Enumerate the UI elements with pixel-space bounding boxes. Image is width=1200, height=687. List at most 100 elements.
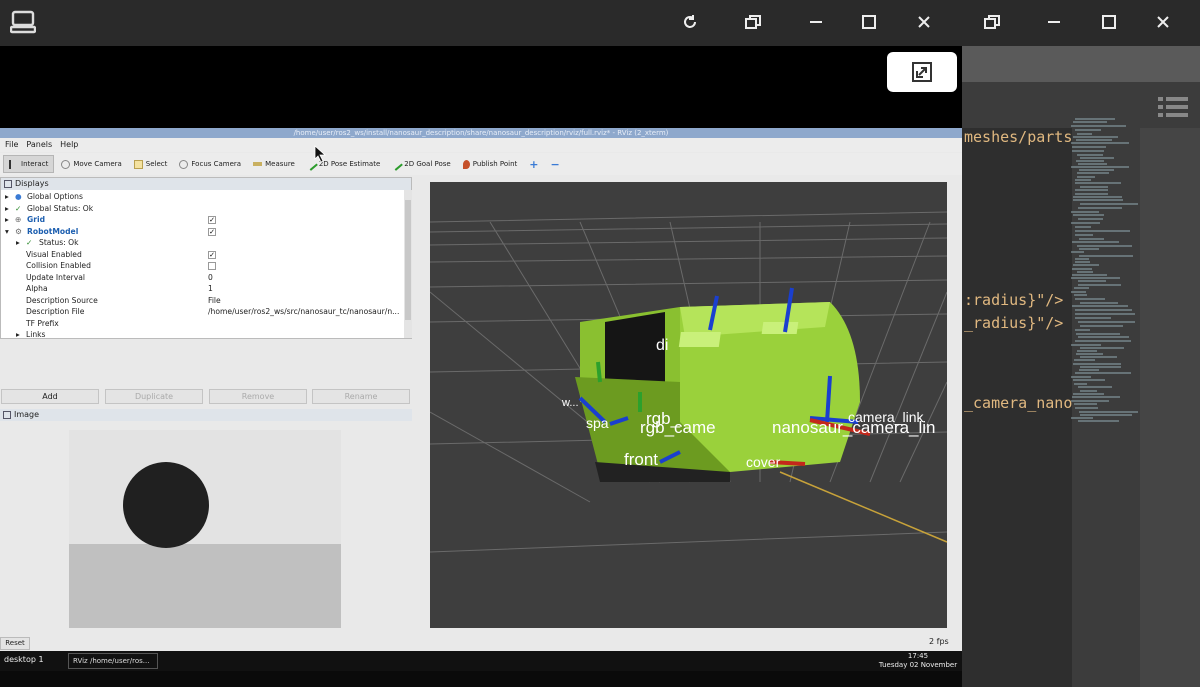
minimap-line [1077, 154, 1103, 156]
popout-button[interactable] [887, 52, 957, 92]
tool-focus-camera[interactable]: Focus Camera [174, 155, 246, 173]
enable-checkbox[interactable]: ✓ [208, 227, 216, 236]
remove-tool-button[interactable]: − [546, 155, 565, 173]
expand-arrow-icon[interactable]: ▸ [16, 329, 20, 341]
display-row[interactable]: ▸ ● Global Options [1, 191, 405, 203]
close-icon[interactable] [908, 8, 940, 36]
close-icon[interactable] [1147, 8, 1179, 36]
minimap-line [1075, 317, 1111, 319]
minimize-icon[interactable] [800, 8, 832, 36]
minimap-line [1075, 118, 1115, 120]
expand-arrow-icon[interactable]: ▸ [5, 191, 9, 203]
taskbar-rviz-item[interactable]: RViz /home/user/ros... [68, 653, 158, 669]
minimap-line [1080, 325, 1123, 327]
minimap-line [1078, 207, 1122, 209]
minimize-icon[interactable] [1038, 8, 1070, 36]
property-row[interactable]: TF Prefix [1, 318, 405, 330]
expand-arrow-icon[interactable]: ▸ [5, 203, 9, 215]
rename-button[interactable]: Rename [312, 389, 410, 404]
minimap-line [1080, 186, 1108, 188]
computer-icon[interactable] [10, 10, 36, 34]
menu-bar: File Panels Help [0, 138, 962, 152]
display-row[interactable]: ▸ ✓ Status: Ok [1, 237, 405, 249]
popout-icon [912, 62, 932, 82]
editor-panel: meshes/parts/ :radius}"/> _radius}"/> _c… [962, 46, 1200, 687]
property-checkbox[interactable]: ✓ [208, 250, 216, 259]
tool-measure[interactable]: Measure [248, 155, 300, 173]
property-row[interactable]: Description Source File [1, 295, 405, 307]
restore-icon[interactable] [737, 8, 769, 36]
property-row[interactable]: Collision Enabled [1, 260, 405, 272]
property-row[interactable]: Update Interval 0 [1, 272, 405, 284]
code-line: meshes/parts/ [964, 128, 1072, 146]
panel-icon [4, 180, 12, 188]
display-row[interactable]: ▸ ⊕ Grid ✓ [1, 214, 405, 226]
reset-button[interactable]: Reset [0, 637, 30, 650]
enable-checkbox[interactable]: ✓ [208, 216, 216, 224]
menu-panels[interactable]: Panels [26, 138, 52, 152]
code-minimap[interactable] [1069, 114, 1139, 434]
check-icon: ✓ [15, 203, 22, 213]
minimap-line [1080, 347, 1124, 349]
3d-viewport[interactable]: di w... spa rgb_ rgb_came nanosaur_camer… [430, 182, 947, 628]
menu-file[interactable]: File [5, 138, 18, 152]
remove-button[interactable]: Remove [209, 389, 307, 404]
tool-2d-goal-pose[interactable]: 2D Goal Pose [387, 155, 455, 173]
video-letterbox [0, 46, 962, 128]
minimap-line [1075, 226, 1091, 228]
row-value[interactable]: File [208, 295, 221, 307]
minimap-line [1078, 420, 1119, 422]
row-value[interactable]: /home/user/ros2_ws/src/nanosaur_tc/nanos… [208, 306, 399, 318]
display-row[interactable]: ▾ ⚙ RobotModel ✓ [1, 226, 405, 238]
tool-publish-point[interactable]: Publish Point [458, 155, 523, 173]
duplicate-button[interactable]: Duplicate [105, 389, 203, 404]
rviz-window: /home/user/ros2_ws/install/nanosaur_desc… [0, 128, 962, 651]
tool-label: Select [145, 160, 168, 168]
maximize-icon[interactable] [853, 8, 885, 36]
restore-icon[interactable] [976, 8, 1008, 36]
property-row[interactable]: Description File /home/user/ros2_ws/src/… [1, 306, 405, 318]
expand-arrow-icon[interactable]: ▸ [5, 214, 9, 226]
minimap-line [1078, 321, 1135, 323]
crosshair-icon [179, 159, 189, 169]
tool-select[interactable]: Select [129, 155, 173, 173]
property-checkbox[interactable] [208, 262, 216, 270]
collapse-arrow-icon[interactable]: ▾ [5, 226, 9, 238]
tool-move-camera[interactable]: Move Camera [56, 155, 126, 173]
add-tool-button[interactable]: + [524, 155, 543, 173]
minimap-line [1079, 255, 1133, 257]
list-icon[interactable] [1158, 96, 1188, 118]
tool-interact[interactable]: Interact [3, 155, 55, 173]
fps-readout: 2 fps [929, 637, 949, 646]
displays-header: Displays [1, 178, 411, 190]
add-button[interactable]: Add [1, 389, 99, 404]
minimap-line [1075, 234, 1093, 236]
property-row[interactable]: Alpha 1 [1, 283, 405, 295]
green-arrow-icon [390, 157, 404, 171]
minimap-line [1075, 309, 1132, 311]
image-icon [3, 411, 11, 419]
displays-scrollbar[interactable] [404, 190, 412, 338]
row-value[interactable]: 0 [208, 272, 213, 284]
minimap-line [1073, 264, 1099, 266]
minimap-line [1076, 333, 1120, 335]
tool-label: Measure [265, 160, 295, 168]
expand-arrow-icon[interactable]: ▸ [16, 237, 20, 249]
minimap-line [1076, 353, 1103, 355]
maximize-icon[interactable] [1093, 8, 1125, 36]
code-line: _camera_nano [964, 394, 1072, 412]
property-row[interactable]: Visual Enabled ✓ [1, 249, 405, 261]
frame-label: spa [586, 415, 609, 431]
row-label: Alpha [26, 284, 48, 293]
minimap-line [1075, 407, 1098, 409]
menu-help[interactable]: Help [60, 138, 78, 152]
refresh-icon[interactable] [674, 8, 706, 36]
code-area[interactable]: meshes/parts/ :radius}"/> _radius}"/> _c… [962, 128, 1072, 687]
minus-icon: − [550, 157, 560, 171]
desktop-switcher[interactable]: desktop 1 [4, 655, 44, 664]
row-value[interactable]: 1 [208, 283, 213, 295]
display-row[interactable]: ▸ ✓ Global Status: Ok [1, 203, 405, 215]
screen: meshes/parts/ :radius}"/> _radius}"/> _c… [0, 0, 1200, 687]
display-row[interactable]: ▸ Links [1, 329, 405, 341]
minimap-line [1073, 363, 1121, 365]
